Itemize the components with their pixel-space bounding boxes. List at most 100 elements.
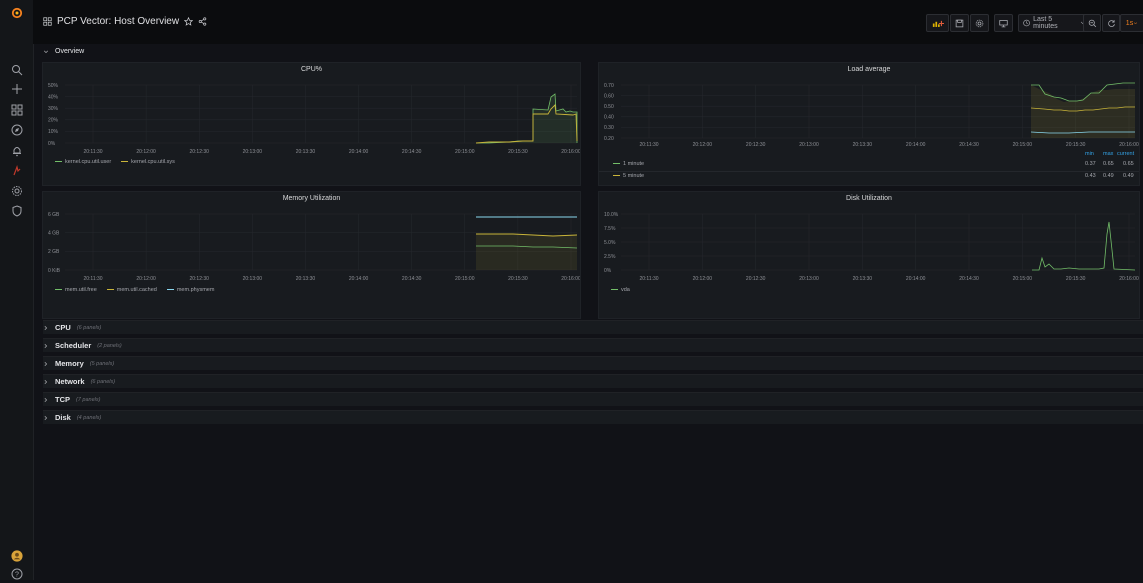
y-tick-label: 7.5% bbox=[604, 226, 616, 232]
star-icon[interactable] bbox=[184, 17, 194, 26]
y-tick-label: 0.40 bbox=[604, 115, 614, 121]
legend-label: vda bbox=[621, 287, 630, 293]
chevron-right-icon bbox=[44, 415, 48, 420]
row-tcp[interactable]: TCP (7 panels) bbox=[43, 392, 1143, 406]
legend-label: mem.util.free bbox=[65, 287, 97, 293]
clock-icon bbox=[1023, 19, 1030, 27]
y-tick-label: 0% bbox=[604, 268, 612, 274]
x-tick-label: 20:15:00 bbox=[455, 276, 475, 282]
refresh-icon bbox=[1107, 19, 1115, 27]
row-title: Scheduler bbox=[55, 341, 92, 350]
avatar[interactable] bbox=[0, 546, 33, 566]
x-tick-label: 20:11:30 bbox=[639, 142, 658, 148]
legend-header-min[interactable]: min bbox=[1085, 151, 1094, 157]
x-tick-label: 20:12:30 bbox=[189, 149, 209, 155]
legend-item[interactable]: kernel.cpu.util.user bbox=[55, 159, 111, 165]
x-tick-label: 20:13:30 bbox=[853, 276, 873, 282]
panel-disk-utilization[interactable]: Disk Utilization 10.0% 7.5% 5.0% 2.5% 0% 20:1… bbox=[598, 191, 1140, 319]
panel-load-average[interactable]: Load average 0.70 0.60 0.50 0.40 0.30 0.20 20:… bbox=[598, 62, 1140, 186]
zoom-out-icon bbox=[1088, 19, 1096, 27]
y-tick-label: 0.50 bbox=[604, 104, 614, 110]
dashboard-title[interactable]: PCP Vector: Host Overview bbox=[57, 16, 179, 27]
row-panel-count: (7 panels) bbox=[76, 396, 101, 403]
legend-row[interactable]: 5 minute 0.43 0.49 0.49 bbox=[599, 173, 1139, 183]
panel-cpu[interactable]: CPU% 50% 40% 30% 20% 10% 0% 20:11:30 20:12:00 20… bbox=[42, 62, 581, 186]
refresh-button[interactable] bbox=[1102, 14, 1120, 32]
row-disk[interactable]: Disk (4 panels) bbox=[43, 410, 1143, 424]
legend-row[interactable]: 1 minute 0.37 0.65 0.65 bbox=[599, 161, 1139, 172]
row-cpu[interactable]: CPU (6 panels) bbox=[43, 320, 1143, 334]
dashboards-icon[interactable] bbox=[0, 101, 33, 119]
gear-icon[interactable] bbox=[0, 182, 33, 200]
y-tick-label: 10.0% bbox=[604, 212, 619, 218]
y-tick-label: 2 GB bbox=[48, 249, 60, 255]
time-picker-button[interactable]: Last 5 minutes bbox=[1018, 14, 1086, 32]
x-tick-label: 20:12:00 bbox=[693, 276, 713, 282]
grafana-logo-icon[interactable] bbox=[0, 2, 33, 24]
save-dashboard-button[interactable] bbox=[950, 14, 969, 32]
row-scheduler[interactable]: Scheduler (2 panels) bbox=[43, 338, 1143, 352]
x-tick-label: 20:16:00 bbox=[1119, 142, 1139, 148]
monitor-icon bbox=[999, 19, 1008, 27]
help-icon[interactable]: ? bbox=[0, 565, 33, 583]
legend-item[interactable]: kernel.cpu.util.sys bbox=[121, 159, 175, 165]
y-tick-label: 40% bbox=[48, 94, 59, 100]
x-tick-label: 20:15:00 bbox=[1013, 276, 1033, 282]
legend-item[interactable]: mem.util.free bbox=[55, 287, 97, 293]
y-tick-label: 0.60 bbox=[604, 93, 614, 99]
share-icon[interactable] bbox=[198, 17, 207, 26]
legend-label: 1 minute bbox=[623, 161, 645, 167]
dashboard-settings-button[interactable] bbox=[970, 14, 989, 32]
x-tick-label: 20:11:30 bbox=[83, 276, 102, 282]
refresh-interval-label: 1s bbox=[1125, 19, 1134, 27]
y-tick-label: 4 GB bbox=[48, 230, 60, 236]
x-tick-label: 20:13:30 bbox=[853, 142, 873, 148]
x-tick-label: 20:14:00 bbox=[906, 142, 926, 148]
legend-label: mem.util.cached bbox=[116, 287, 157, 293]
row-memory[interactable]: Memory (5 panels) bbox=[43, 356, 1143, 370]
refresh-interval-picker[interactable]: 1s bbox=[1120, 14, 1143, 32]
x-tick-label: 20:12:00 bbox=[136, 149, 156, 155]
legend-min-value: 0.37 bbox=[1085, 161, 1096, 167]
x-tick-label: 20:13:00 bbox=[799, 142, 819, 148]
row-title: Disk bbox=[55, 413, 71, 422]
search-icon[interactable] bbox=[0, 61, 33, 79]
y-tick-label: 0% bbox=[48, 141, 56, 147]
plus-icon[interactable] bbox=[0, 80, 33, 98]
sidebar: ? bbox=[0, 0, 34, 580]
y-tick-label: 20% bbox=[48, 118, 59, 124]
y-tick-label: 6 GB bbox=[48, 212, 60, 218]
add-panel-button[interactable] bbox=[926, 14, 949, 32]
memory-legend: mem.util.free mem.util.cached mem.physme… bbox=[55, 287, 214, 293]
y-tick-label: 50% bbox=[48, 83, 59, 89]
row-overview[interactable]: Overview bbox=[43, 45, 1143, 58]
series-vda bbox=[1032, 221, 1136, 271]
legend-item[interactable]: mem.physmem bbox=[166, 287, 214, 293]
svg-text:?: ? bbox=[15, 572, 19, 579]
alerting-bell-icon[interactable] bbox=[0, 142, 33, 160]
zoom-out-button[interactable] bbox=[1083, 14, 1101, 32]
memory-graph: 6 GB 4 GB 2 GB 0 KiB 20:11:30 20:12:00 20:12:3… bbox=[48, 212, 580, 282]
x-tick-label: 20:13:30 bbox=[296, 276, 316, 282]
chevron-right-icon bbox=[44, 361, 48, 366]
row-network[interactable]: Network (6 panels) bbox=[43, 374, 1143, 388]
legend-label: kernel.cpu.util.user bbox=[65, 159, 112, 165]
legend-item[interactable]: vda bbox=[611, 287, 630, 293]
disk-legend: vda bbox=[611, 287, 630, 293]
cpu-legend: kernel.cpu.util.user kernel.cpu.util.sys bbox=[55, 159, 175, 165]
explore-compass-icon[interactable] bbox=[0, 121, 33, 139]
x-tick-label: 20:15:00 bbox=[1013, 142, 1033, 148]
shield-icon[interactable] bbox=[0, 202, 33, 220]
x-tick-label: 20:12:00 bbox=[136, 276, 156, 282]
x-tick-label: 20:13:00 bbox=[799, 276, 819, 282]
y-tick-label: 0.30 bbox=[604, 125, 614, 131]
legend-header-current[interactable]: current bbox=[1117, 151, 1134, 157]
dashboard-title-area: PCP Vector: Host Overview bbox=[43, 16, 207, 27]
legend-item[interactable]: mem.util.cached bbox=[106, 287, 157, 293]
legend-header-max[interactable]: max bbox=[1103, 151, 1113, 157]
y-tick-label: 5.0% bbox=[604, 240, 616, 246]
pcp-plugin-icon[interactable] bbox=[0, 162, 33, 180]
panel-memory-utilization[interactable]: Memory Utilization 6 GB 4 GB 2 GB 0 KiB 20:1… bbox=[42, 191, 581, 319]
x-tick-label: 20:14:30 bbox=[959, 276, 979, 282]
cycle-view-mode-button[interactable] bbox=[994, 14, 1013, 32]
